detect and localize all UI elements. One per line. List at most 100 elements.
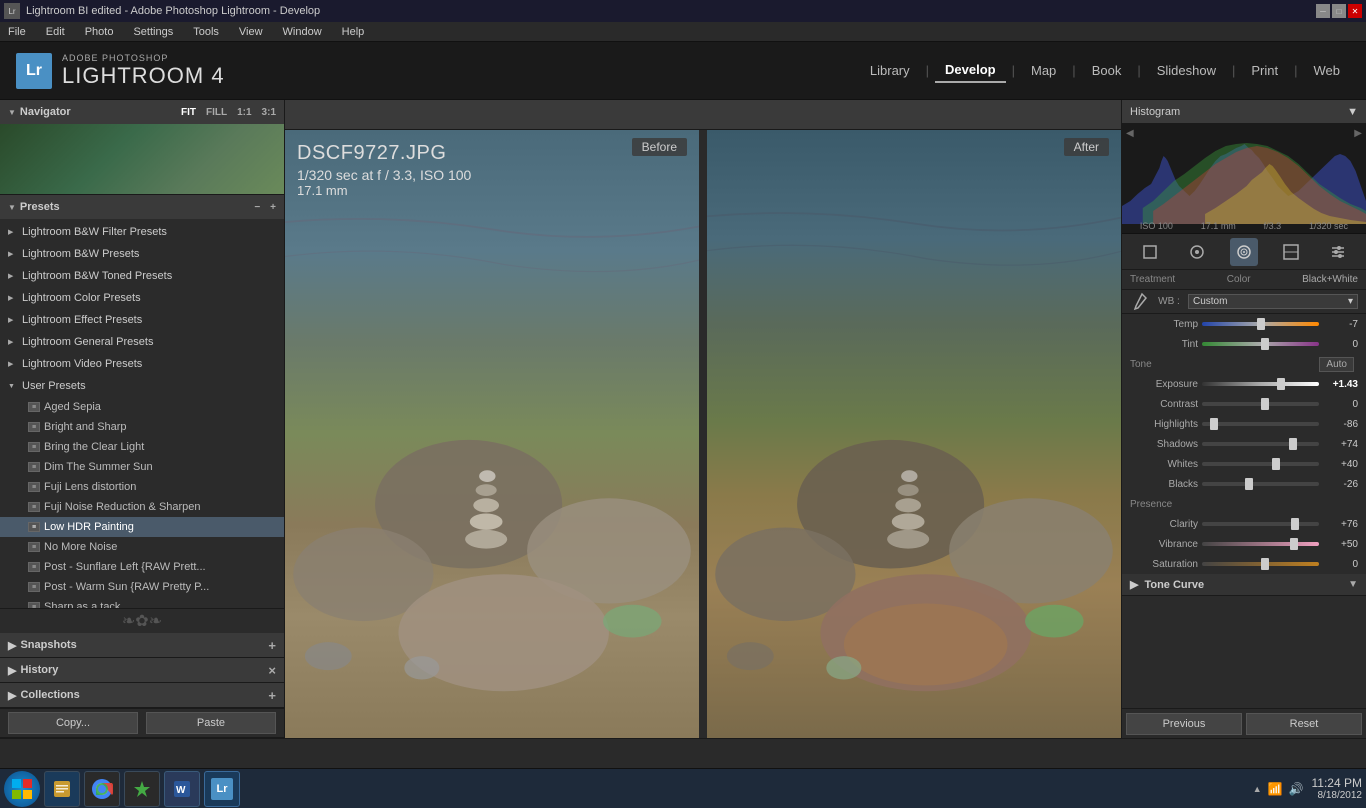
wb-select[interactable]: Custom ▾ (1188, 294, 1358, 309)
taskbar-word[interactable]: W (164, 771, 200, 807)
menu-photo[interactable]: Photo (81, 26, 118, 38)
preset-fuji-noise[interactable]: ≡ Fuji Noise Reduction & Sharpen (0, 497, 284, 517)
preset-warm-sun[interactable]: ≡ Post - Warm Sun {RAW Pretty P... (0, 577, 284, 597)
menu-view[interactable]: View (235, 26, 267, 38)
maximize-button[interactable]: □ (1332, 4, 1346, 18)
nav-book[interactable]: Book (1082, 59, 1132, 82)
preset-no-more-noise[interactable]: ≡ No More Noise (0, 537, 284, 557)
snapshots-add[interactable]: + (268, 638, 276, 653)
previous-button[interactable]: Previous (1126, 713, 1242, 735)
hist-highlight-clip[interactable]: ▶ (1354, 128, 1362, 139)
preset-group-bw-header[interactable]: ▶ Lightroom B&W Presets (0, 243, 284, 265)
tint-thumb[interactable] (1261, 338, 1269, 350)
nav-library[interactable]: Library (860, 59, 920, 82)
taskbar-volume-icon[interactable]: 🔊 (1289, 782, 1304, 796)
nav-web[interactable]: Web (1304, 59, 1351, 82)
preset-group-bwfilter-header[interactable]: ▶ Lightroom B&W Filter Presets (0, 221, 284, 243)
preset-sunflare[interactable]: ≡ Post - Sunflare Left {RAW Prett... (0, 557, 284, 577)
collections-header[interactable]: ▶ Collections + (0, 683, 284, 707)
exposure-thumb[interactable] (1277, 378, 1285, 390)
taskbar-lr[interactable]: Lr (204, 771, 240, 807)
preset-bright-sharp[interactable]: ≡ Bright and Sharp (0, 417, 284, 437)
taskbar-clock[interactable]: 11:24 PM 8/18/2012 (1312, 776, 1362, 801)
menu-file[interactable]: File (4, 26, 30, 38)
tone-curve-header[interactable]: ▶ Tone Curve ▼ (1122, 574, 1366, 596)
preset-group-user-header[interactable]: ▼ User Presets (0, 375, 284, 397)
nav-map[interactable]: Map (1021, 59, 1066, 82)
preset-group-color-header[interactable]: ▶ Lightroom Color Presets (0, 287, 284, 309)
vibrance-slider-track[interactable] (1202, 542, 1319, 546)
menu-help[interactable]: Help (338, 26, 369, 38)
crop-tool[interactable] (1136, 238, 1164, 266)
clarity-slider-track[interactable] (1202, 522, 1319, 526)
preset-group-effect-header[interactable]: ▶ Lightroom Effect Presets (0, 309, 284, 331)
exposure-slider-track[interactable] (1202, 382, 1319, 386)
preset-group-bwtoned-header[interactable]: ▶ Lightroom B&W Toned Presets (0, 265, 284, 287)
paste-button[interactable]: Paste (146, 712, 276, 734)
preset-group-general-header[interactable]: ▶ Lightroom General Presets (0, 331, 284, 353)
snapshots-header[interactable]: ▶ Snapshots + (0, 633, 284, 657)
slider-tool[interactable] (1324, 238, 1352, 266)
vibrance-thumb[interactable] (1290, 538, 1298, 550)
highlights-slider-track[interactable] (1202, 422, 1319, 426)
heal-tool[interactable] (1183, 238, 1211, 266)
menu-edit[interactable]: Edit (42, 26, 69, 38)
minimize-button[interactable]: ─ (1316, 4, 1330, 18)
zoom-3to1[interactable]: 3:1 (262, 107, 276, 118)
nav-print[interactable]: Print (1241, 59, 1288, 82)
taskbar-chrome[interactable] (84, 771, 120, 807)
saturation-slider-track[interactable] (1202, 562, 1319, 566)
whites-thumb[interactable] (1272, 458, 1280, 470)
temp-slider-track[interactable] (1202, 322, 1319, 326)
taskbar-expand-icon[interactable]: ▲ (1253, 784, 1262, 794)
shadows-slider-track[interactable] (1202, 442, 1319, 446)
presets-minus[interactable]: − (254, 202, 260, 213)
reset-button[interactable]: Reset (1246, 713, 1362, 735)
menu-settings[interactable]: Settings (129, 26, 177, 38)
auto-button[interactable]: Auto (1319, 357, 1354, 372)
copy-button[interactable]: Copy... (8, 712, 138, 734)
menu-window[interactable]: Window (279, 26, 326, 38)
window-controls[interactable]: ─ □ ✕ (1316, 4, 1362, 18)
preset-sharp-tack[interactable]: ≡ Sharp as a tack (0, 597, 284, 608)
zoom-fill[interactable]: FILL (206, 107, 227, 118)
saturation-thumb[interactable] (1261, 558, 1269, 570)
tint-slider-track[interactable] (1202, 342, 1319, 346)
basic-tool[interactable] (1230, 238, 1258, 266)
preset-dim-summer[interactable]: ≡ Dim The Summer Sun (0, 457, 284, 477)
eyedropper-icon[interactable] (1130, 292, 1150, 312)
taskbar-network-icon[interactable]: 📶 (1268, 782, 1283, 796)
presets-plus[interactable]: + (270, 202, 276, 213)
clarity-thumb[interactable] (1291, 518, 1299, 530)
contrast-thumb[interactable] (1261, 398, 1269, 410)
preset-fuji-lens[interactable]: ≡ Fuji Lens distortion (0, 477, 284, 497)
preset-low-hdr[interactable]: ≡ Low HDR Painting (0, 517, 284, 537)
shadows-thumb[interactable] (1289, 438, 1297, 450)
histogram-collapse[interactable]: ▼ (1347, 106, 1358, 118)
preset-group-video-header[interactable]: ▶ Lightroom Video Presets (0, 353, 284, 375)
start-button[interactable] (4, 771, 40, 807)
temp-thumb[interactable] (1257, 318, 1265, 330)
menu-tools[interactable]: Tools (189, 26, 223, 38)
preset-aged-sepia[interactable]: ≡ Aged Sepia (0, 397, 284, 417)
contrast-slider-track[interactable] (1202, 402, 1319, 406)
blacks-thumb[interactable] (1245, 478, 1253, 490)
nav-slideshow[interactable]: Slideshow (1147, 59, 1226, 82)
history-close[interactable]: × (268, 663, 276, 678)
bw-label[interactable]: Black+White (1302, 274, 1358, 285)
history-header[interactable]: ▶ History × (0, 658, 284, 682)
hist-shadow-clip[interactable]: ◀ (1126, 128, 1134, 139)
taskbar-app3[interactable] (124, 771, 160, 807)
zoom-fit[interactable]: FIT (181, 107, 196, 118)
close-button[interactable]: ✕ (1348, 4, 1362, 18)
taskbar-explorer[interactable] (44, 771, 80, 807)
whites-slider-track[interactable] (1202, 462, 1319, 466)
blacks-slider-track[interactable] (1202, 482, 1319, 486)
navigator-header[interactable]: ▼ Navigator FIT FILL 1:1 3:1 (0, 100, 284, 124)
zoom-1to1[interactable]: 1:1 (237, 107, 251, 118)
color-tool[interactable] (1277, 238, 1305, 266)
nav-develop[interactable]: Develop (935, 58, 1006, 83)
presets-header[interactable]: ▼ Presets − + (0, 195, 284, 219)
preset-clear-light[interactable]: ≡ Bring the Clear Light (0, 437, 284, 457)
highlights-thumb[interactable] (1210, 418, 1218, 430)
